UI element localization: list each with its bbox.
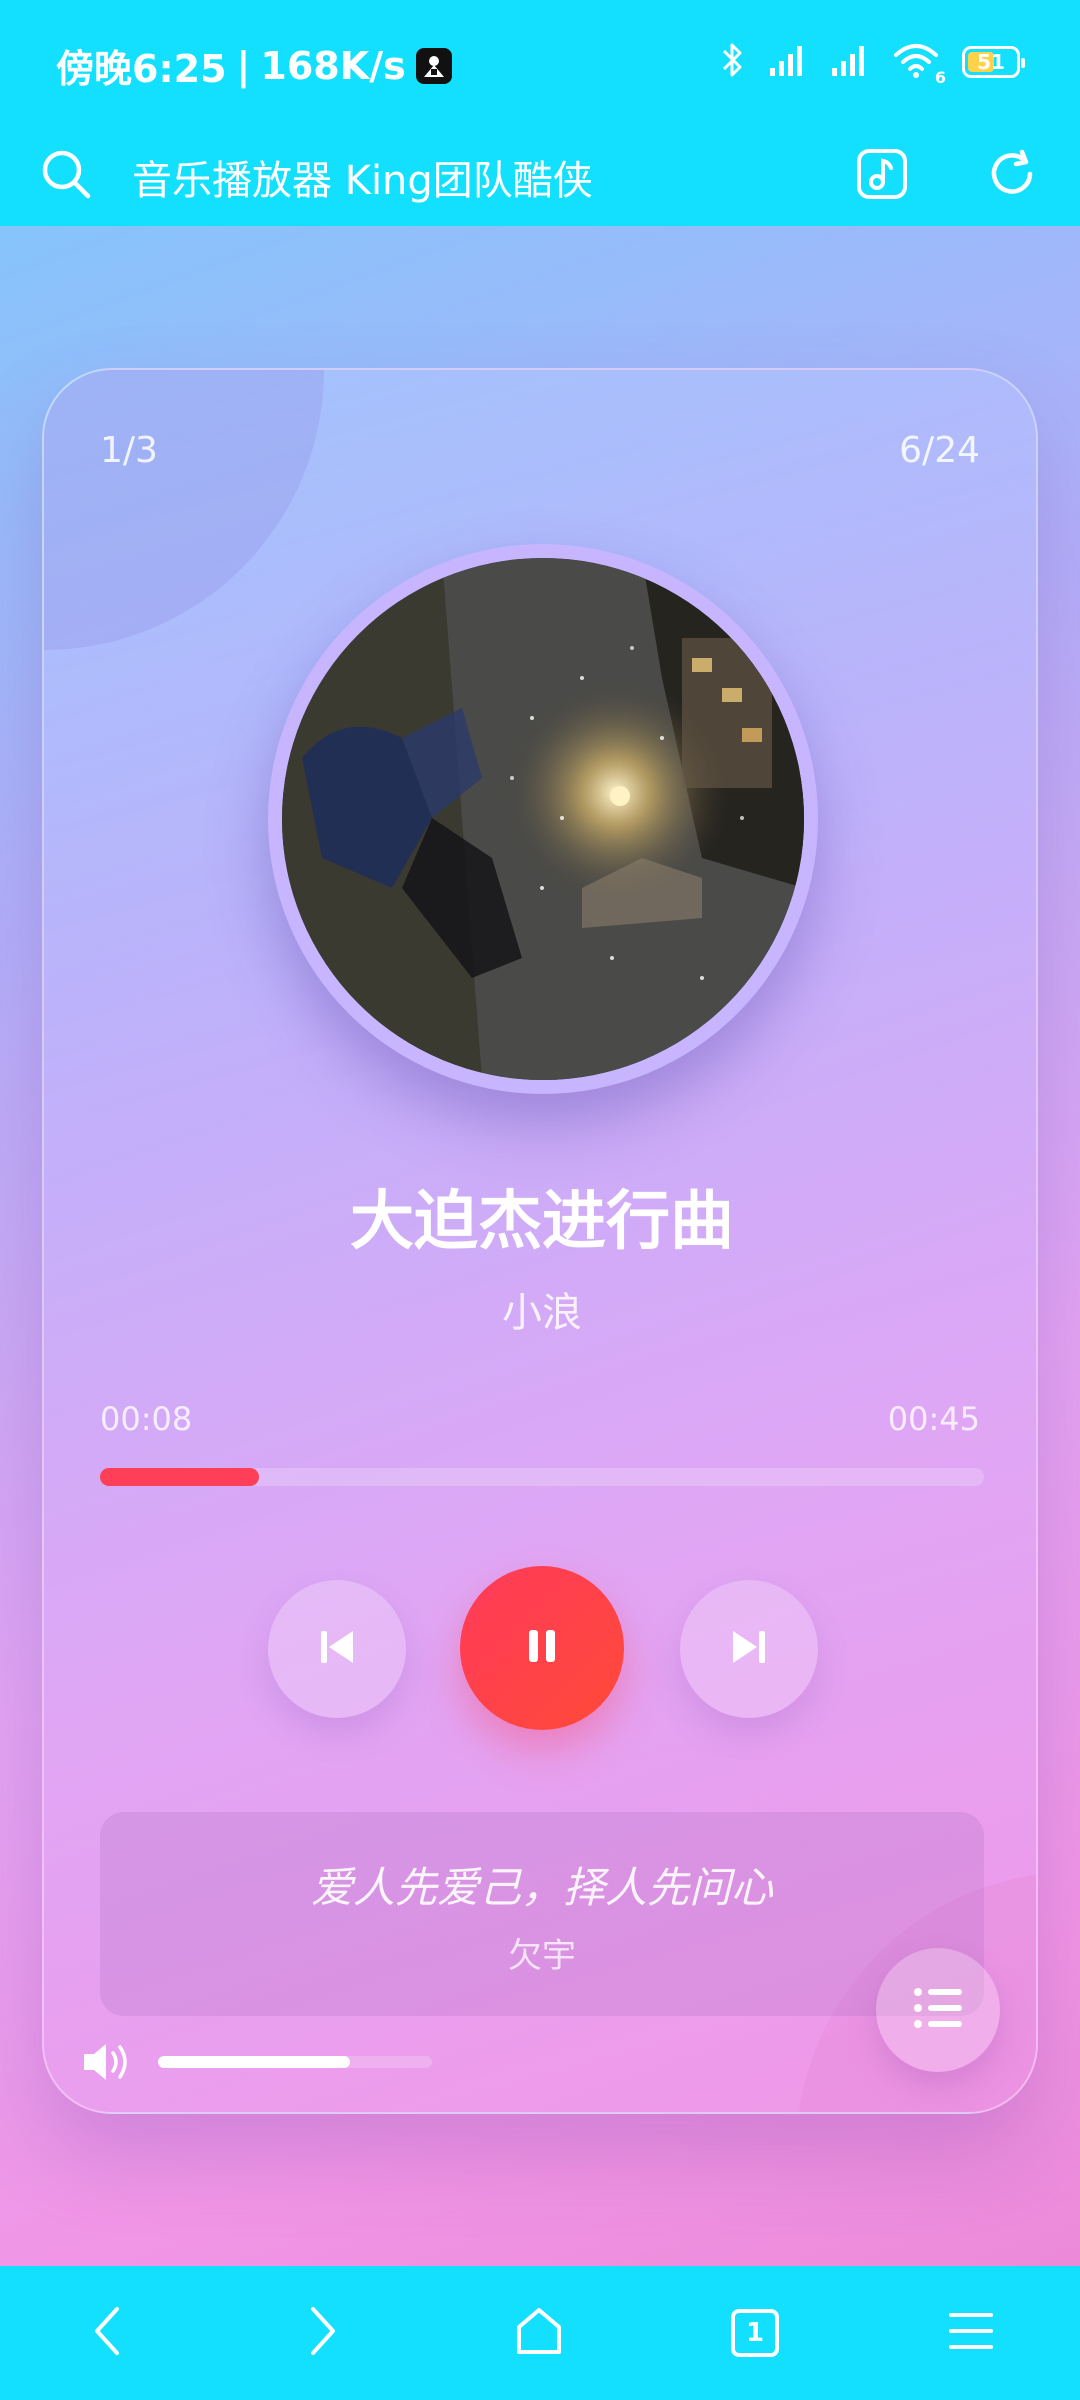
tab-count: 1: [745, 2318, 765, 2348]
volume-fill: [158, 2056, 350, 2068]
player-card: 1/3 6/24 大迫杰进行曲 小浪 00:08 00:45 爱人先爱己，择人先…: [42, 368, 1038, 2114]
battery-icon: 51: [962, 46, 1025, 78]
home-button[interactable]: [494, 2288, 584, 2378]
tabs-button[interactable]: 1: [710, 2288, 800, 2378]
skip-previous-icon: [317, 1627, 357, 1671]
playlist-button[interactable]: [876, 1948, 1000, 2072]
back-icon: [87, 2305, 127, 2361]
decor-circle: [44, 370, 324, 650]
network-speed: 168K/s: [260, 43, 406, 88]
music-note-icon: [856, 148, 908, 204]
volume-slider[interactable]: [158, 2056, 432, 2068]
signal-icon: [768, 42, 808, 82]
refresh-button[interactable]: [980, 136, 1044, 216]
status-icons: 6 51: [720, 40, 1025, 87]
time-total: 00:45: [887, 1400, 980, 1438]
volume-button[interactable]: [80, 2038, 136, 2086]
back-button[interactable]: [62, 2288, 152, 2378]
skip-next-icon: [729, 1627, 769, 1671]
pause-icon: [522, 1626, 562, 1670]
music-mode-button[interactable]: [850, 136, 914, 216]
track-counter: 6/24: [899, 430, 980, 471]
tabs-icon: 1: [731, 2309, 779, 2357]
search-icon: [40, 148, 92, 204]
volume-icon: [80, 2044, 136, 2090]
album-disc: [268, 544, 818, 1094]
previous-button[interactable]: [268, 1580, 406, 1718]
refresh-icon: [986, 148, 1038, 204]
bottom-nav: 1: [0, 2266, 1080, 2400]
home-icon: [513, 2305, 565, 2361]
progress-fill: [100, 1468, 260, 1486]
forward-button[interactable]: [278, 2288, 368, 2378]
app-title: 音乐播放器 King团队酷侠: [132, 158, 593, 204]
quote-box: 爱人先爱己，择人先问心 欠宇: [100, 1812, 984, 2016]
notification-app-icon: [415, 47, 452, 84]
app-bar: 音乐播放器 King团队酷侠: [0, 126, 1080, 226]
next-button[interactable]: [680, 1580, 818, 1718]
album-art: [282, 558, 804, 1080]
status-time: 傍晚6:25: [56, 47, 227, 91]
status-separator: |: [236, 43, 251, 88]
forward-icon: [303, 2305, 343, 2361]
status-left: 傍晚6:25 | 168K/s: [56, 38, 452, 93]
time-current: 00:08: [100, 1400, 193, 1438]
wifi-icon: 6: [892, 41, 946, 87]
battery-level: 51: [977, 50, 1005, 74]
quote-author: 欠宇: [508, 1936, 576, 1976]
status-bar: 傍晚6:25 | 168K/s 6 51: [0, 0, 1080, 126]
player-page: 1/3 6/24 大迫杰进行曲 小浪 00:08 00:45 爱人先爱己，择人先…: [0, 226, 1080, 2266]
song-artist: 小浪: [502, 1290, 582, 1336]
quote-text: 爱人先爱己，择人先问心: [310, 1863, 773, 1912]
menu-icon: [947, 2309, 995, 2357]
song-title: 大迫杰进行曲: [350, 1185, 734, 1259]
search-button[interactable]: [38, 136, 94, 216]
signal-icon: [830, 42, 870, 82]
wifi-badge: 6: [934, 68, 946, 87]
bluetooth-icon: [720, 40, 746, 84]
play-pause-button[interactable]: [460, 1566, 624, 1730]
playlist-icon: [912, 1986, 964, 2034]
page-counter: 1/3: [100, 430, 158, 471]
progress-bar[interactable]: [100, 1468, 984, 1486]
menu-button[interactable]: [926, 2288, 1016, 2378]
